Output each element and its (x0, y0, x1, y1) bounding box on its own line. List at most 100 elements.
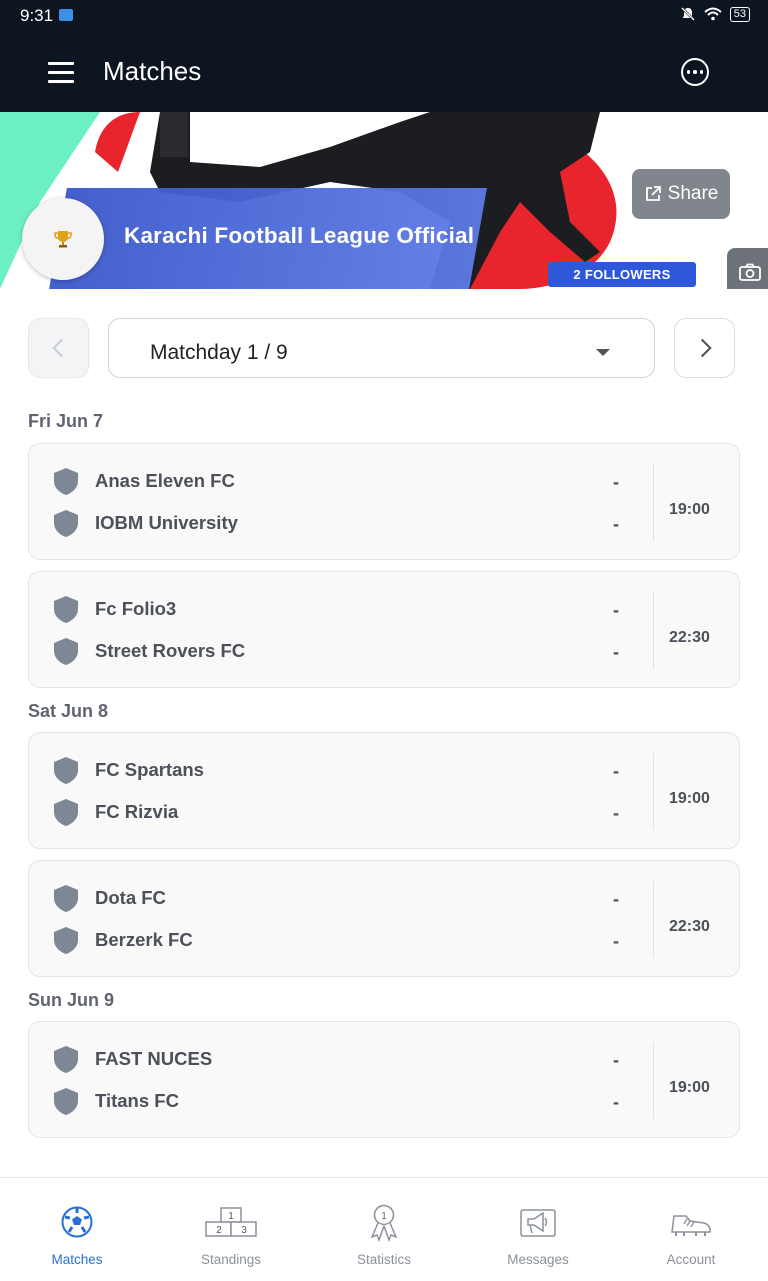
tab-matches[interactable]: Matches (0, 1178, 154, 1281)
shield-icon (54, 757, 78, 784)
league-name: Karachi Football League Official (124, 223, 475, 248)
away-score: - (613, 931, 619, 951)
change-cover-button[interactable] (727, 248, 768, 289)
home-score: - (613, 889, 619, 909)
away-score: - (613, 803, 619, 823)
megaphone-icon (520, 1209, 556, 1237)
app-bar: Matches (0, 32, 768, 112)
team-name: Street Rovers FC (95, 640, 246, 661)
tab-statistics[interactable]: 1 Statistics (307, 1178, 461, 1281)
medal-icon: 1 (370, 1204, 398, 1242)
share-button[interactable]: Share (632, 169, 730, 219)
svg-text:1: 1 (381, 1211, 387, 1222)
tab-account[interactable]: Account (614, 1178, 768, 1281)
team-name: Anas Eleven FC (95, 470, 235, 491)
away-score: - (613, 642, 619, 662)
league-banner: Karachi Football League Official Share 2… (0, 112, 768, 289)
notifications-off-icon (680, 7, 695, 21)
page-title: Matches (103, 56, 202, 86)
soccer-ball-icon (61, 1206, 93, 1238)
battery-icon: 53 (729, 6, 750, 22)
home-team: FAST NUCES (51, 1044, 212, 1074)
league-logo (22, 198, 104, 280)
home-team: Anas Eleven FC (51, 466, 235, 496)
home-team: FC Spartans (51, 755, 204, 785)
divider (653, 592, 654, 669)
home-score: - (613, 761, 619, 781)
status-bar: 9:31 53 (0, 0, 768, 32)
day-header: Sun Jun 9 (28, 990, 115, 1010)
away-score: - (613, 514, 619, 534)
match-card[interactable]: FAST NUCES Titans FC - - 19:00 (28, 1021, 740, 1138)
matchday-label: Matchday 1 / 9 (150, 341, 288, 364)
tab-label: Standings (200, 1252, 262, 1267)
tab-label: Messages (507, 1252, 569, 1267)
previous-matchday-button[interactable] (28, 318, 89, 378)
match-card[interactable]: Anas Eleven FC IOBM University - - 19:00 (28, 443, 740, 560)
divider (653, 753, 654, 830)
wifi-icon (704, 7, 722, 21)
team-name: FC Spartans (95, 759, 204, 780)
team-name: FAST NUCES (95, 1048, 213, 1069)
svg-text:2: 2 (216, 1225, 222, 1236)
team-name: FC Rizvia (95, 801, 179, 822)
team-name: Dota FC (95, 887, 166, 908)
dropdown-caret-icon (596, 349, 610, 356)
kickoff-time: 22:30 (669, 629, 710, 646)
tab-label: Matches (51, 1252, 103, 1267)
bottom-navigation: Matches 1 2 3 Standings 1 Statistics Mes… (0, 1177, 768, 1281)
day-header: Fri Jun 7 (28, 411, 104, 431)
match-card[interactable]: Fc Folio3 Street Rovers FC - - 22:30 (28, 571, 740, 688)
status-icons: 53 (680, 6, 750, 22)
kickoff-time: 22:30 (669, 918, 710, 935)
trophy-icon (54, 231, 72, 248)
kickoff-time: 19:00 (669, 501, 710, 518)
divider (653, 464, 654, 541)
shield-icon (54, 638, 78, 665)
away-team: Street Rovers FC (51, 636, 245, 666)
shield-icon (54, 927, 78, 954)
day-header: Sat Jun 8 (28, 701, 109, 721)
svg-text:1: 1 (228, 1211, 234, 1222)
camera-icon (739, 263, 761, 281)
hamburger-menu-icon[interactable] (48, 62, 74, 83)
share-icon (645, 186, 661, 201)
home-score: - (613, 600, 619, 620)
match-card[interactable]: FC Spartans FC Rizvia - - 19:00 (28, 732, 740, 849)
chevron-left-icon (51, 338, 71, 358)
team-name: Titans FC (95, 1090, 179, 1111)
home-team: Dota FC (51, 883, 166, 913)
svg-text:3: 3 (241, 1225, 247, 1236)
matchday-select[interactable]: Matchday 1 / 9 (108, 318, 655, 378)
kickoff-time: 19:00 (669, 1079, 710, 1096)
kickoff-time: 19:00 (669, 790, 710, 807)
tab-label: Statistics (356, 1252, 411, 1267)
shield-icon (54, 1046, 78, 1073)
divider (653, 881, 654, 958)
podium-icon: 1 2 3 (205, 1207, 257, 1237)
divider (653, 1042, 654, 1119)
away-team: Titans FC (51, 1086, 179, 1116)
next-matchday-button[interactable] (674, 318, 735, 378)
shield-icon (54, 510, 78, 537)
home-team: Fc Folio3 (51, 594, 176, 624)
team-name: Berzerk FC (95, 929, 193, 950)
tab-messages[interactable]: Messages (461, 1178, 615, 1281)
team-name: IOBM University (95, 512, 238, 533)
cloud-notification-icon (59, 9, 73, 21)
match-card[interactable]: Dota FC Berzerk FC - - 22:30 (28, 860, 740, 977)
chevron-right-icon (692, 338, 712, 358)
shield-icon (54, 1088, 78, 1115)
tab-standings[interactable]: 1 2 3 Standings (154, 1178, 308, 1281)
more-options-icon[interactable] (681, 58, 709, 86)
tab-label: Account (666, 1252, 716, 1267)
shield-icon (54, 799, 78, 826)
home-score: - (613, 1050, 619, 1070)
away-team: FC Rizvia (51, 797, 178, 827)
share-label: Share (667, 183, 719, 204)
football-boot-icon (671, 1215, 711, 1236)
shield-icon (54, 596, 78, 623)
followers-badge[interactable]: 2 FOLLOWERS (548, 262, 696, 287)
shield-icon (54, 468, 78, 495)
shield-icon (54, 885, 78, 912)
